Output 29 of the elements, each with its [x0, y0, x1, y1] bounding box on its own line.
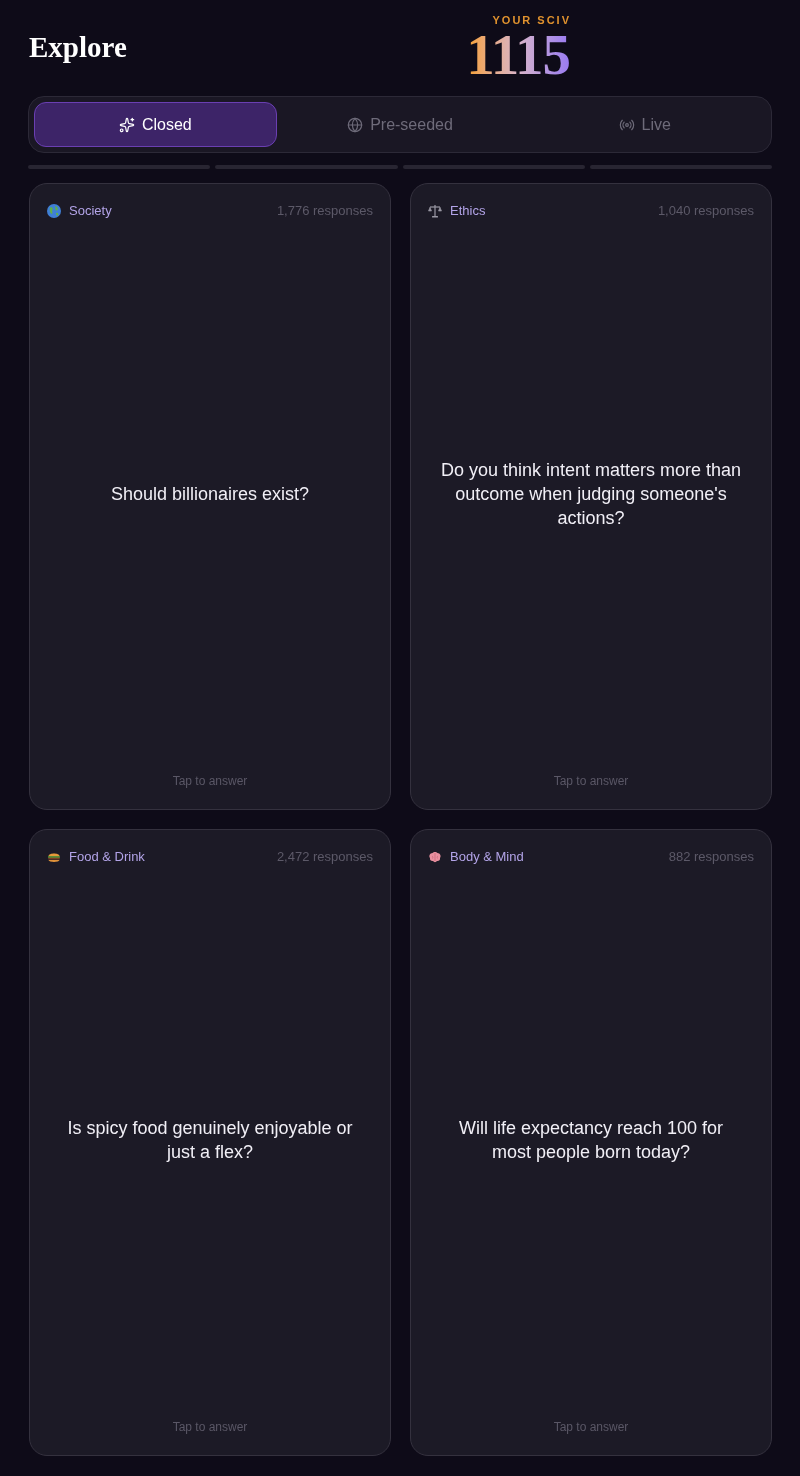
score-label: YOUR SCIV — [492, 14, 571, 26]
tap-hint: Tap to answer — [172, 773, 248, 790]
category-label: Food & Drink — [69, 848, 145, 867]
question-card[interactable]: Ethics 1,040 responses Do you think intent matters more than outcome when judging someone's actions? Tap to answer — [410, 183, 772, 810]
globe-icon — [47, 204, 61, 218]
question-card[interactable]: Body & Mind 882 responses Will life expectancy reach 100 for most people born today? Tap to answer — [410, 829, 772, 1456]
response-count: 1,040 responses — [657, 202, 754, 221]
tap-hint: Tap to answer — [553, 773, 629, 790]
tap-hint: Tap to answer — [553, 1419, 629, 1436]
question-text: Is spicy food genuinely enjoyable or just a flex? — [66, 1117, 354, 1164]
question-text: Will life expectancy reach 100 for most people born today? — [457, 1117, 725, 1164]
response-count: 1,776 responses — [276, 202, 373, 221]
globe-icon — [347, 116, 364, 133]
tap-hint: Tap to answer — [172, 1419, 248, 1436]
category-label: Body & Mind — [450, 848, 524, 867]
scales-icon — [428, 204, 442, 218]
response-count: 2,472 responses — [276, 848, 373, 867]
page-title: Explore — [29, 32, 127, 62]
brain-icon — [428, 850, 442, 864]
burger-icon — [47, 850, 61, 864]
question-text: Should billionaires exist? — [110, 483, 310, 506]
category-label: Society — [69, 202, 112, 221]
sparkles-icon — [118, 116, 135, 133]
question-card[interactable]: Food & Drink 2,472 responses Is spicy food genuinely enjoyable or just a flex? Tap to answer — [29, 829, 391, 1456]
question-card[interactable]: Society 1,776 responses Should billionaires exist? Tap to answer — [29, 183, 391, 810]
tab[interactable]: Closed — [34, 102, 277, 147]
response-count: 882 responses — [668, 848, 754, 867]
question-text: Do you think intent matters more than outcome when judging someone's actions? — [439, 459, 743, 530]
category-label: Ethics — [450, 202, 486, 221]
